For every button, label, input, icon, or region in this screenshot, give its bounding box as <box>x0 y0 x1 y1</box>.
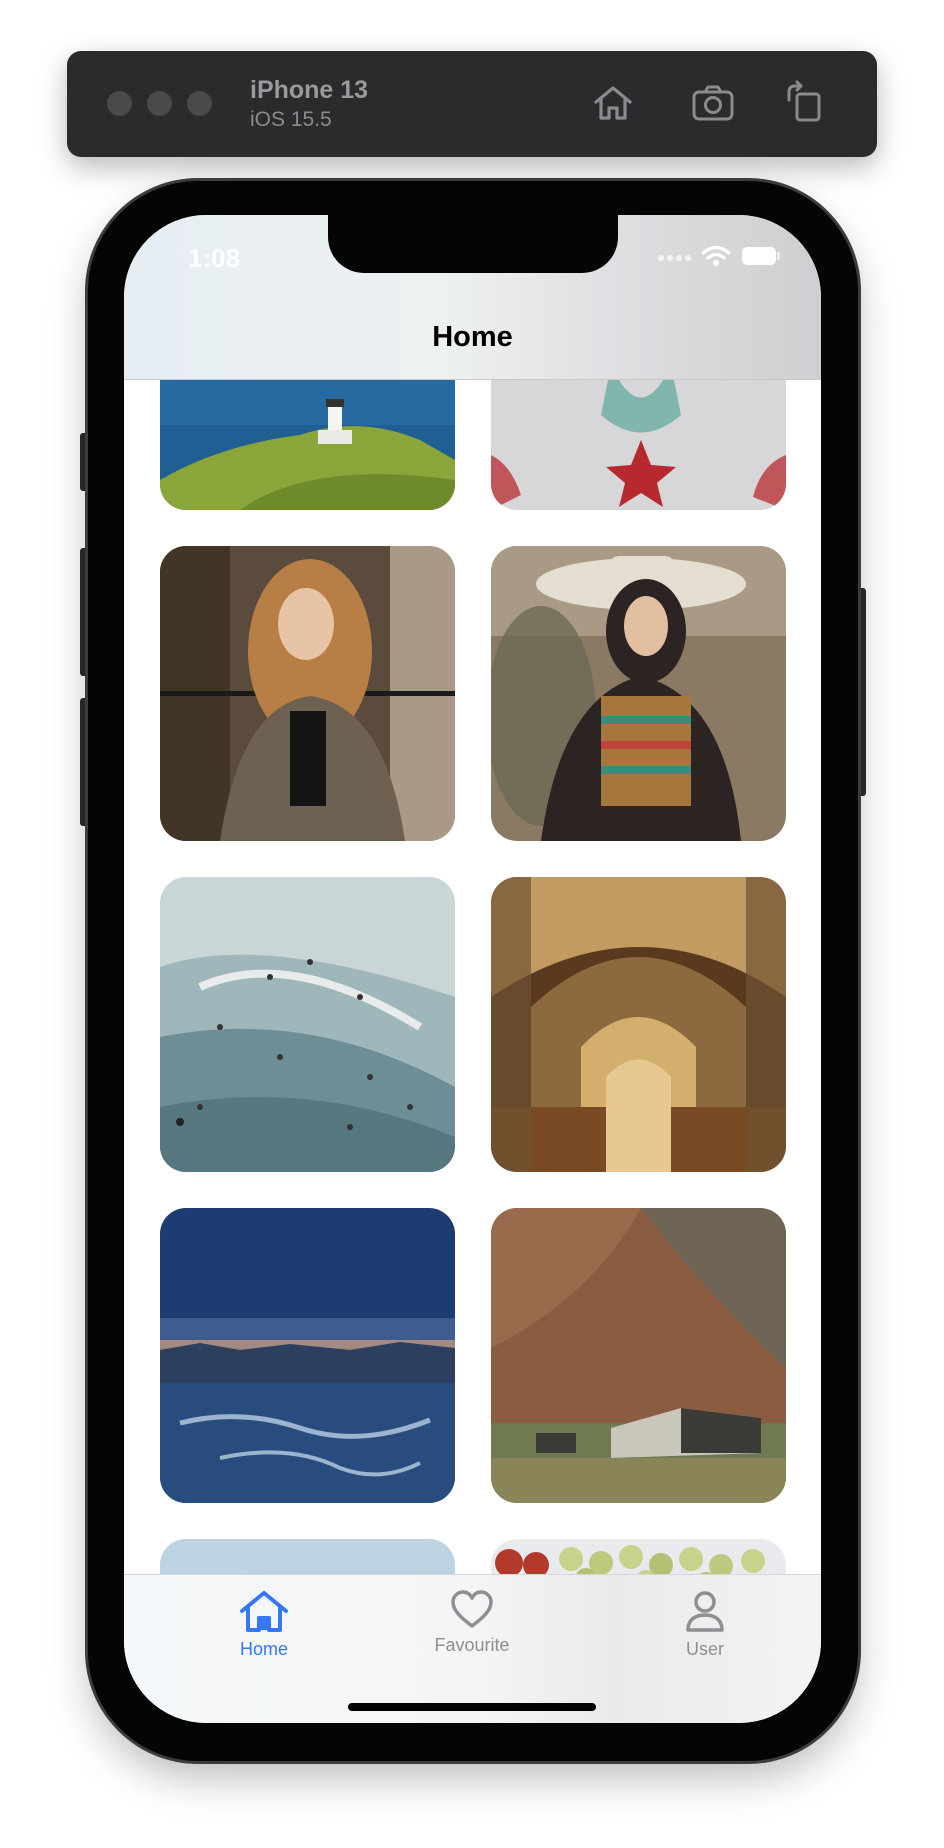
photo-tile[interactable] <box>160 877 455 1172</box>
tab-favourite[interactable]: Favourite <box>397 1589 547 1675</box>
photo-tile[interactable] <box>491 546 786 841</box>
home-indicator <box>348 1703 596 1711</box>
device-screen: 1:08 Home Home Favourite User <box>124 215 821 1723</box>
photo-grid[interactable] <box>124 380 821 1574</box>
simulator-os-version: iOS 15.5 <box>250 108 332 131</box>
photo-tile[interactable] <box>491 1539 786 1574</box>
home-icon[interactable] <box>590 80 636 126</box>
rotate-icon[interactable] <box>784 80 830 126</box>
photo-tile[interactable] <box>491 380 786 510</box>
photo-tile[interactable] <box>491 1208 786 1503</box>
tab-user[interactable]: User <box>630 1589 780 1675</box>
iphone-device-frame: 1:08 Home Home Favourite User <box>88 181 858 1761</box>
window-close-button[interactable] <box>107 91 132 116</box>
simulator-device-name: iPhone 13 <box>250 76 369 104</box>
photo-tile[interactable] <box>160 546 455 841</box>
photo-tile[interactable] <box>491 877 786 1172</box>
photo-tile[interactable] <box>160 1208 455 1503</box>
volume-up-button <box>80 548 88 676</box>
tab-home-label: Home <box>239 1639 288 1659</box>
user-icon <box>630 1589 780 1633</box>
photo-tile[interactable] <box>160 380 455 510</box>
power-button <box>858 588 866 796</box>
mute-switch <box>80 433 88 491</box>
tab-bar: Home Favourite User <box>124 1574 821 1723</box>
heart-icon <box>397 1589 547 1629</box>
page-title: Home <box>432 321 513 353</box>
status-time: 1:08 <box>188 243 241 273</box>
camera-icon[interactable] <box>690 80 736 126</box>
photo-tile[interactable] <box>160 1539 455 1574</box>
tab-favourite-label: Favourite <box>434 1635 510 1655</box>
tab-home[interactable]: Home <box>189 1589 339 1675</box>
signal-icon <box>657 250 691 268</box>
window-zoom-button[interactable] <box>187 91 212 116</box>
volume-down-button <box>80 698 88 826</box>
tab-user-label: User <box>685 1639 724 1659</box>
home-icon <box>189 1589 339 1633</box>
status-icons <box>657 245 781 272</box>
wifi-icon <box>701 245 731 272</box>
battery-icon <box>741 246 781 271</box>
window-minimize-button[interactable] <box>147 91 172 116</box>
notch <box>328 215 618 273</box>
